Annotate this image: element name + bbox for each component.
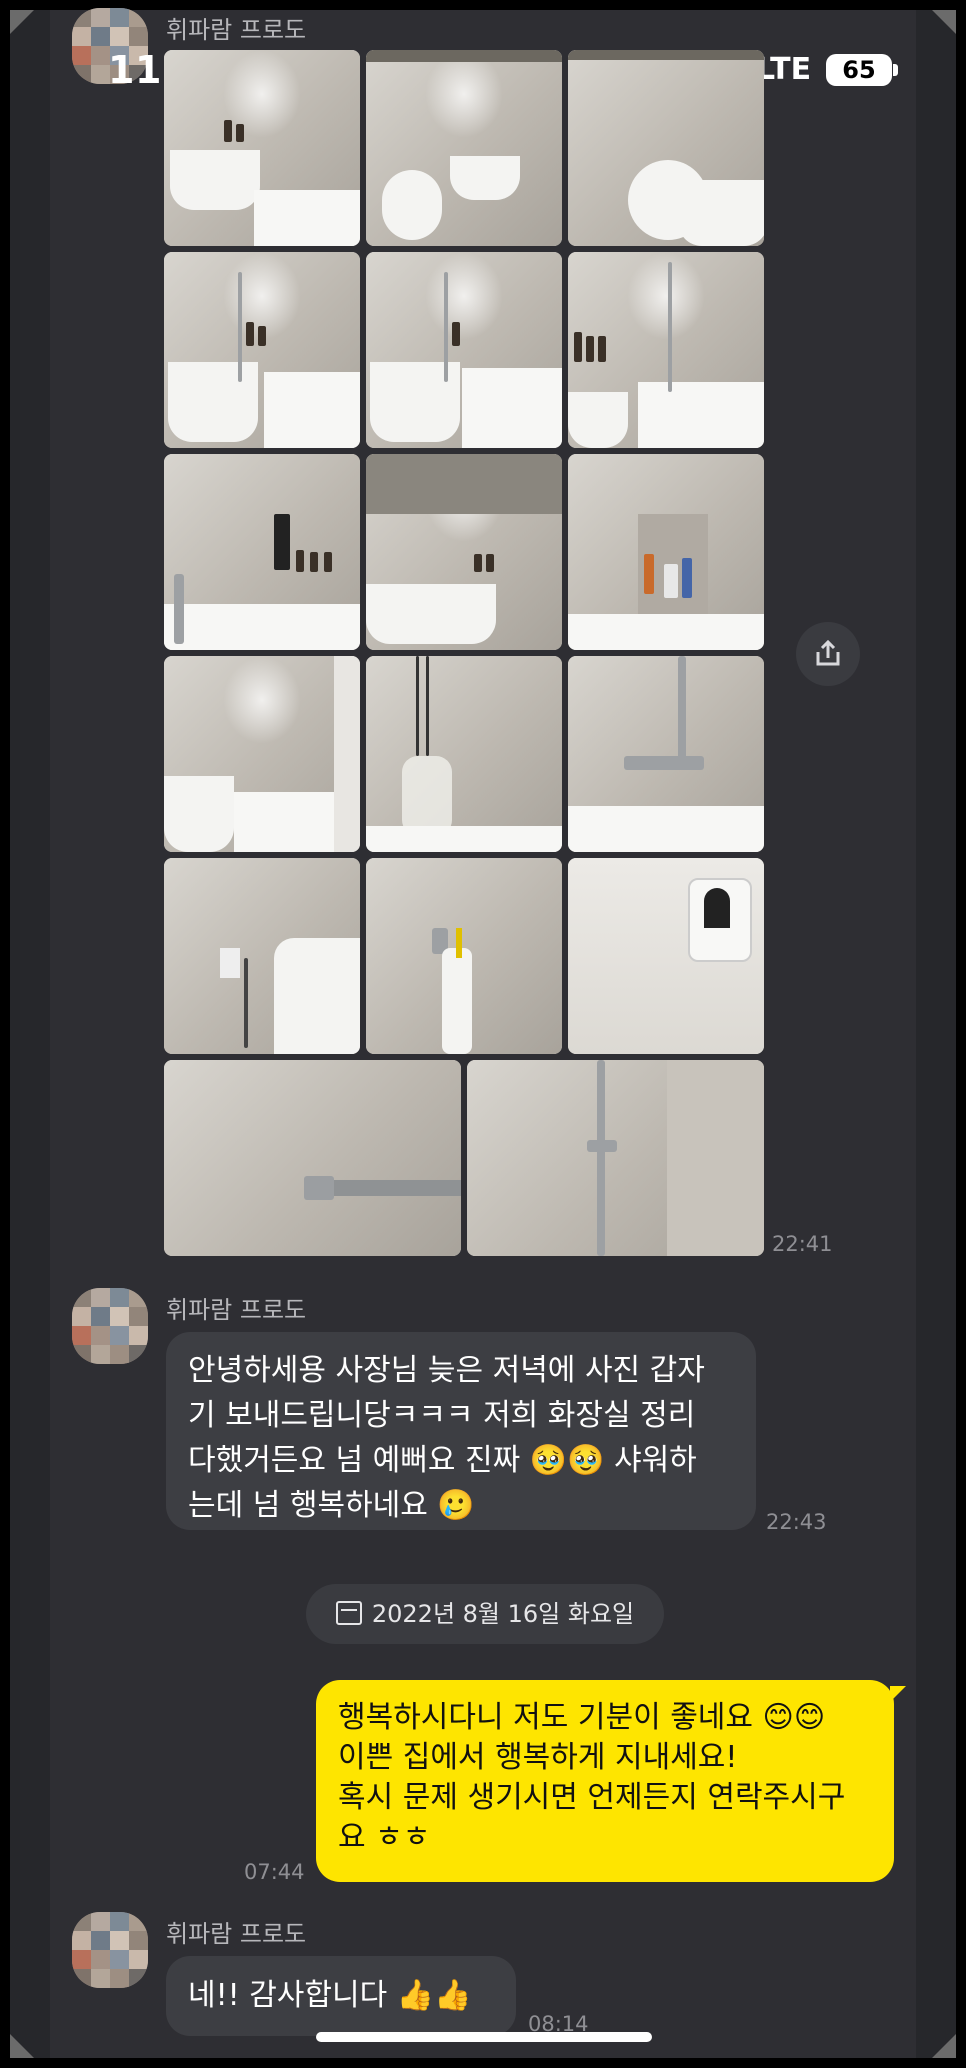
message-bubble[interactable]: 안녕하세용 사장님 늦은 저녁에 사진 갑자 기 보내드립니당ㅋㅋㅋ 저희 화장… [166, 1332, 756, 1530]
message-line: 이쁜 집에서 행복하게 지내세요! [338, 1740, 738, 1775]
photo-thumbnail[interactable] [568, 50, 764, 246]
device-frame: 휘파람 프로도 11:50 LTE 65 22:41 [0, 0, 966, 2068]
message-time: 22:41 [772, 1232, 833, 1256]
photo-thumbnail[interactable] [366, 50, 562, 246]
corner-mark-tl [10, 10, 34, 34]
photo-thumbnail[interactable] [568, 252, 764, 448]
corner-mark-bl [10, 2034, 34, 2058]
message-bubble[interactable]: 네!! 감사합니다 👍👍 [166, 1956, 516, 2036]
corner-mark-br [932, 2034, 956, 2058]
message-line: 다했거든요 넘 예뻐요 진짜 🥹🥹 샤워하 [188, 1443, 697, 1478]
date-label: 2022년 8월 16일 화요일 [371, 1600, 635, 1628]
bubble-tail [890, 1686, 906, 1702]
share-button[interactable] [796, 622, 860, 686]
photo-thumbnail[interactable] [568, 454, 764, 650]
photo-thumbnail[interactable] [467, 1060, 764, 1256]
message-line: 혹시 문제 생기시면 언제든지 연락주시구 [338, 1780, 846, 1815]
photo-thumbnail[interactable] [366, 454, 562, 650]
corner-mark-tr [932, 10, 956, 34]
photo-thumbnail[interactable] [164, 454, 360, 650]
photo-thumbnail[interactable] [568, 656, 764, 852]
message-line: 기 보내드립니당ㅋㅋㅋ 저희 화장실 정리 [188, 1398, 696, 1433]
my-message-bubble[interactable]: 행복하시다니 저도 기분이 좋네요 😊😊 이쁜 집에서 행복하게 지내세요! 혹… [316, 1680, 894, 1882]
photo-thumbnail[interactable] [164, 1060, 461, 1256]
calendar-icon [335, 1601, 362, 1625]
network-label: LTE [756, 52, 812, 87]
home-indicator[interactable] [316, 2032, 652, 2042]
message-line: 안녕하세용 사장님 늦은 저녁에 사진 갑자 [188, 1353, 705, 1388]
message-time: 22:43 [766, 1510, 827, 1534]
photo-thumbnail[interactable] [164, 252, 360, 448]
photo-thumbnail[interactable] [366, 656, 562, 852]
photo-thumbnail[interactable] [164, 50, 360, 246]
sender-name: 휘파람 프로도 [166, 1296, 307, 1324]
message-line: 는데 넘 행복하네요 🥲 [188, 1488, 475, 1523]
message-line: 요 ㅎㅎ [338, 1820, 431, 1855]
date-divider: 2022년 8월 16일 화요일 [306, 1584, 664, 1644]
sender-name: 휘파람 프로도 [166, 1920, 307, 1948]
share-icon [816, 639, 840, 666]
sender-name: 휘파람 프로도 [166, 16, 307, 44]
battery-icon: 65 [826, 54, 892, 86]
photo-thumbnail[interactable] [568, 858, 764, 1054]
photo-thumbnail[interactable] [164, 656, 360, 852]
message-time: 07:44 [244, 1860, 305, 1884]
avatar[interactable] [72, 1912, 148, 1988]
avatar[interactable] [72, 1288, 148, 1364]
photo-thumbnail[interactable] [164, 858, 360, 1054]
battery-cap [893, 64, 898, 76]
message-line: 행복하시다니 저도 기분이 좋네요 😊😊 [338, 1700, 826, 1735]
photo-thumbnail[interactable] [366, 858, 562, 1054]
message-text: 네!! 감사합니다 👍👍 [188, 1978, 472, 2013]
photo-thumbnail[interactable] [366, 252, 562, 448]
